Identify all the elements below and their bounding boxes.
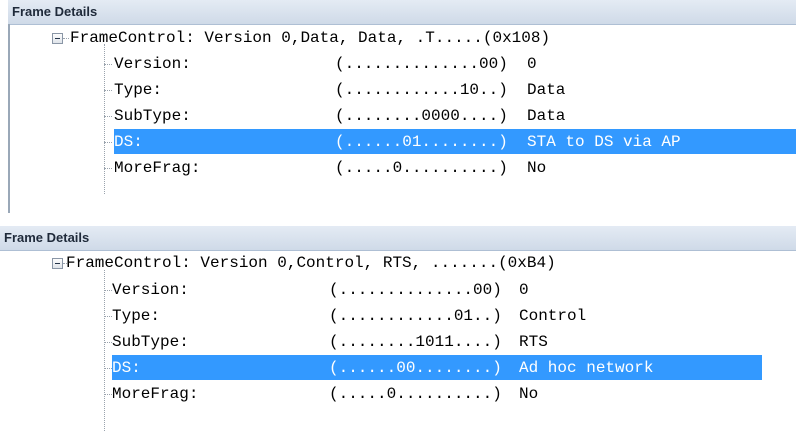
field-bits: (......01........) <box>335 133 508 151</box>
collapse-icon[interactable] <box>52 33 63 44</box>
field-value: Control <box>519 307 587 325</box>
tree-connector <box>104 142 112 143</box>
frame-tree: FrameControl: Version 0,Data, Data, .T..… <box>8 24 796 213</box>
field-bits: (........1011....) <box>329 333 502 351</box>
field-name: DS: <box>114 133 143 151</box>
tree-connector <box>104 64 112 65</box>
panel-separator <box>0 213 796 226</box>
frame-details-panel-2: Frame Details FrameControl: Version 0,Co… <box>0 226 796 432</box>
field-value: Data <box>527 107 566 125</box>
tree-item-morefrag[interactable]: MoreFrag: (.....0..........) No <box>112 381 792 407</box>
field-name: Version: <box>114 55 191 73</box>
tree-root-item[interactable]: FrameControl: Version 0,Control, RTS, ..… <box>66 250 556 276</box>
field-name: SubType: <box>114 107 191 125</box>
tree-connector <box>63 38 69 39</box>
tree-item-version[interactable]: Version: (..............00) 0 <box>114 51 794 77</box>
tree-connector <box>104 368 112 369</box>
field-value: STA to DS via AP <box>527 133 681 151</box>
tree-item-subtype[interactable]: SubType: (........1011....) RTS <box>112 329 792 355</box>
tree-item-version[interactable]: Version: (..............00) 0 <box>112 277 792 303</box>
field-name: DS: <box>112 359 141 377</box>
tree-item-subtype[interactable]: SubType: (........0000....) Data <box>114 103 794 129</box>
tree-connector <box>104 394 112 395</box>
field-value: No <box>519 385 539 403</box>
tree-guide-line <box>104 270 105 432</box>
panel-title: Frame Details <box>8 0 796 25</box>
tree-connector <box>104 316 112 317</box>
tree-item-ds-selected[interactable]: DS: (......00........) Ad hoc network <box>112 355 762 380</box>
tree-connector <box>104 290 112 291</box>
tree-guide-line <box>104 44 105 194</box>
field-name: MoreFrag: <box>112 385 199 403</box>
field-name: Type: <box>112 307 161 325</box>
field-value: 0 <box>519 281 529 299</box>
tree-connector <box>104 168 112 169</box>
collapse-icon[interactable] <box>52 258 63 269</box>
field-value: 0 <box>527 55 537 73</box>
field-name: MoreFrag: <box>114 159 201 177</box>
field-bits: (..............00) <box>335 55 508 73</box>
field-bits: (......00........) <box>329 359 502 377</box>
field-value: Data <box>527 81 566 99</box>
field-bits: (.....0..........) <box>335 159 508 177</box>
panel-title: Frame Details <box>0 226 796 251</box>
field-name: Type: <box>114 81 163 99</box>
tree-connector <box>104 342 112 343</box>
tree-item-type[interactable]: Type: (............10..) Data <box>114 77 794 103</box>
frame-tree: FrameControl: Version 0,Control, RTS, ..… <box>0 250 796 432</box>
field-bits: (.....0..........) <box>329 385 502 403</box>
field-name: SubType: <box>112 333 189 351</box>
field-name: Version: <box>112 281 189 299</box>
tree-item-ds-selected[interactable]: DS: (......01........) STA to DS via AP <box>114 129 796 154</box>
field-value: No <box>527 159 547 177</box>
tree-connector <box>104 90 112 91</box>
frame-details-panel-1: Frame Details FrameControl: Version 0,Da… <box>8 0 796 213</box>
field-bits: (............10..) <box>335 81 508 99</box>
field-value: Ad hoc network <box>519 359 654 377</box>
tree-connector <box>104 116 112 117</box>
field-bits: (........0000....) <box>335 107 508 125</box>
tree-item-type[interactable]: Type: (............01..) Control <box>112 303 792 329</box>
field-value: RTS <box>519 333 548 351</box>
tree-root-item[interactable]: FrameControl: Version 0,Data, Data, .T..… <box>70 25 550 51</box>
field-bits: (............01..) <box>329 307 502 325</box>
tree-item-morefrag[interactable]: MoreFrag: (.....0..........) No <box>114 155 794 181</box>
field-bits: (..............00) <box>329 281 502 299</box>
